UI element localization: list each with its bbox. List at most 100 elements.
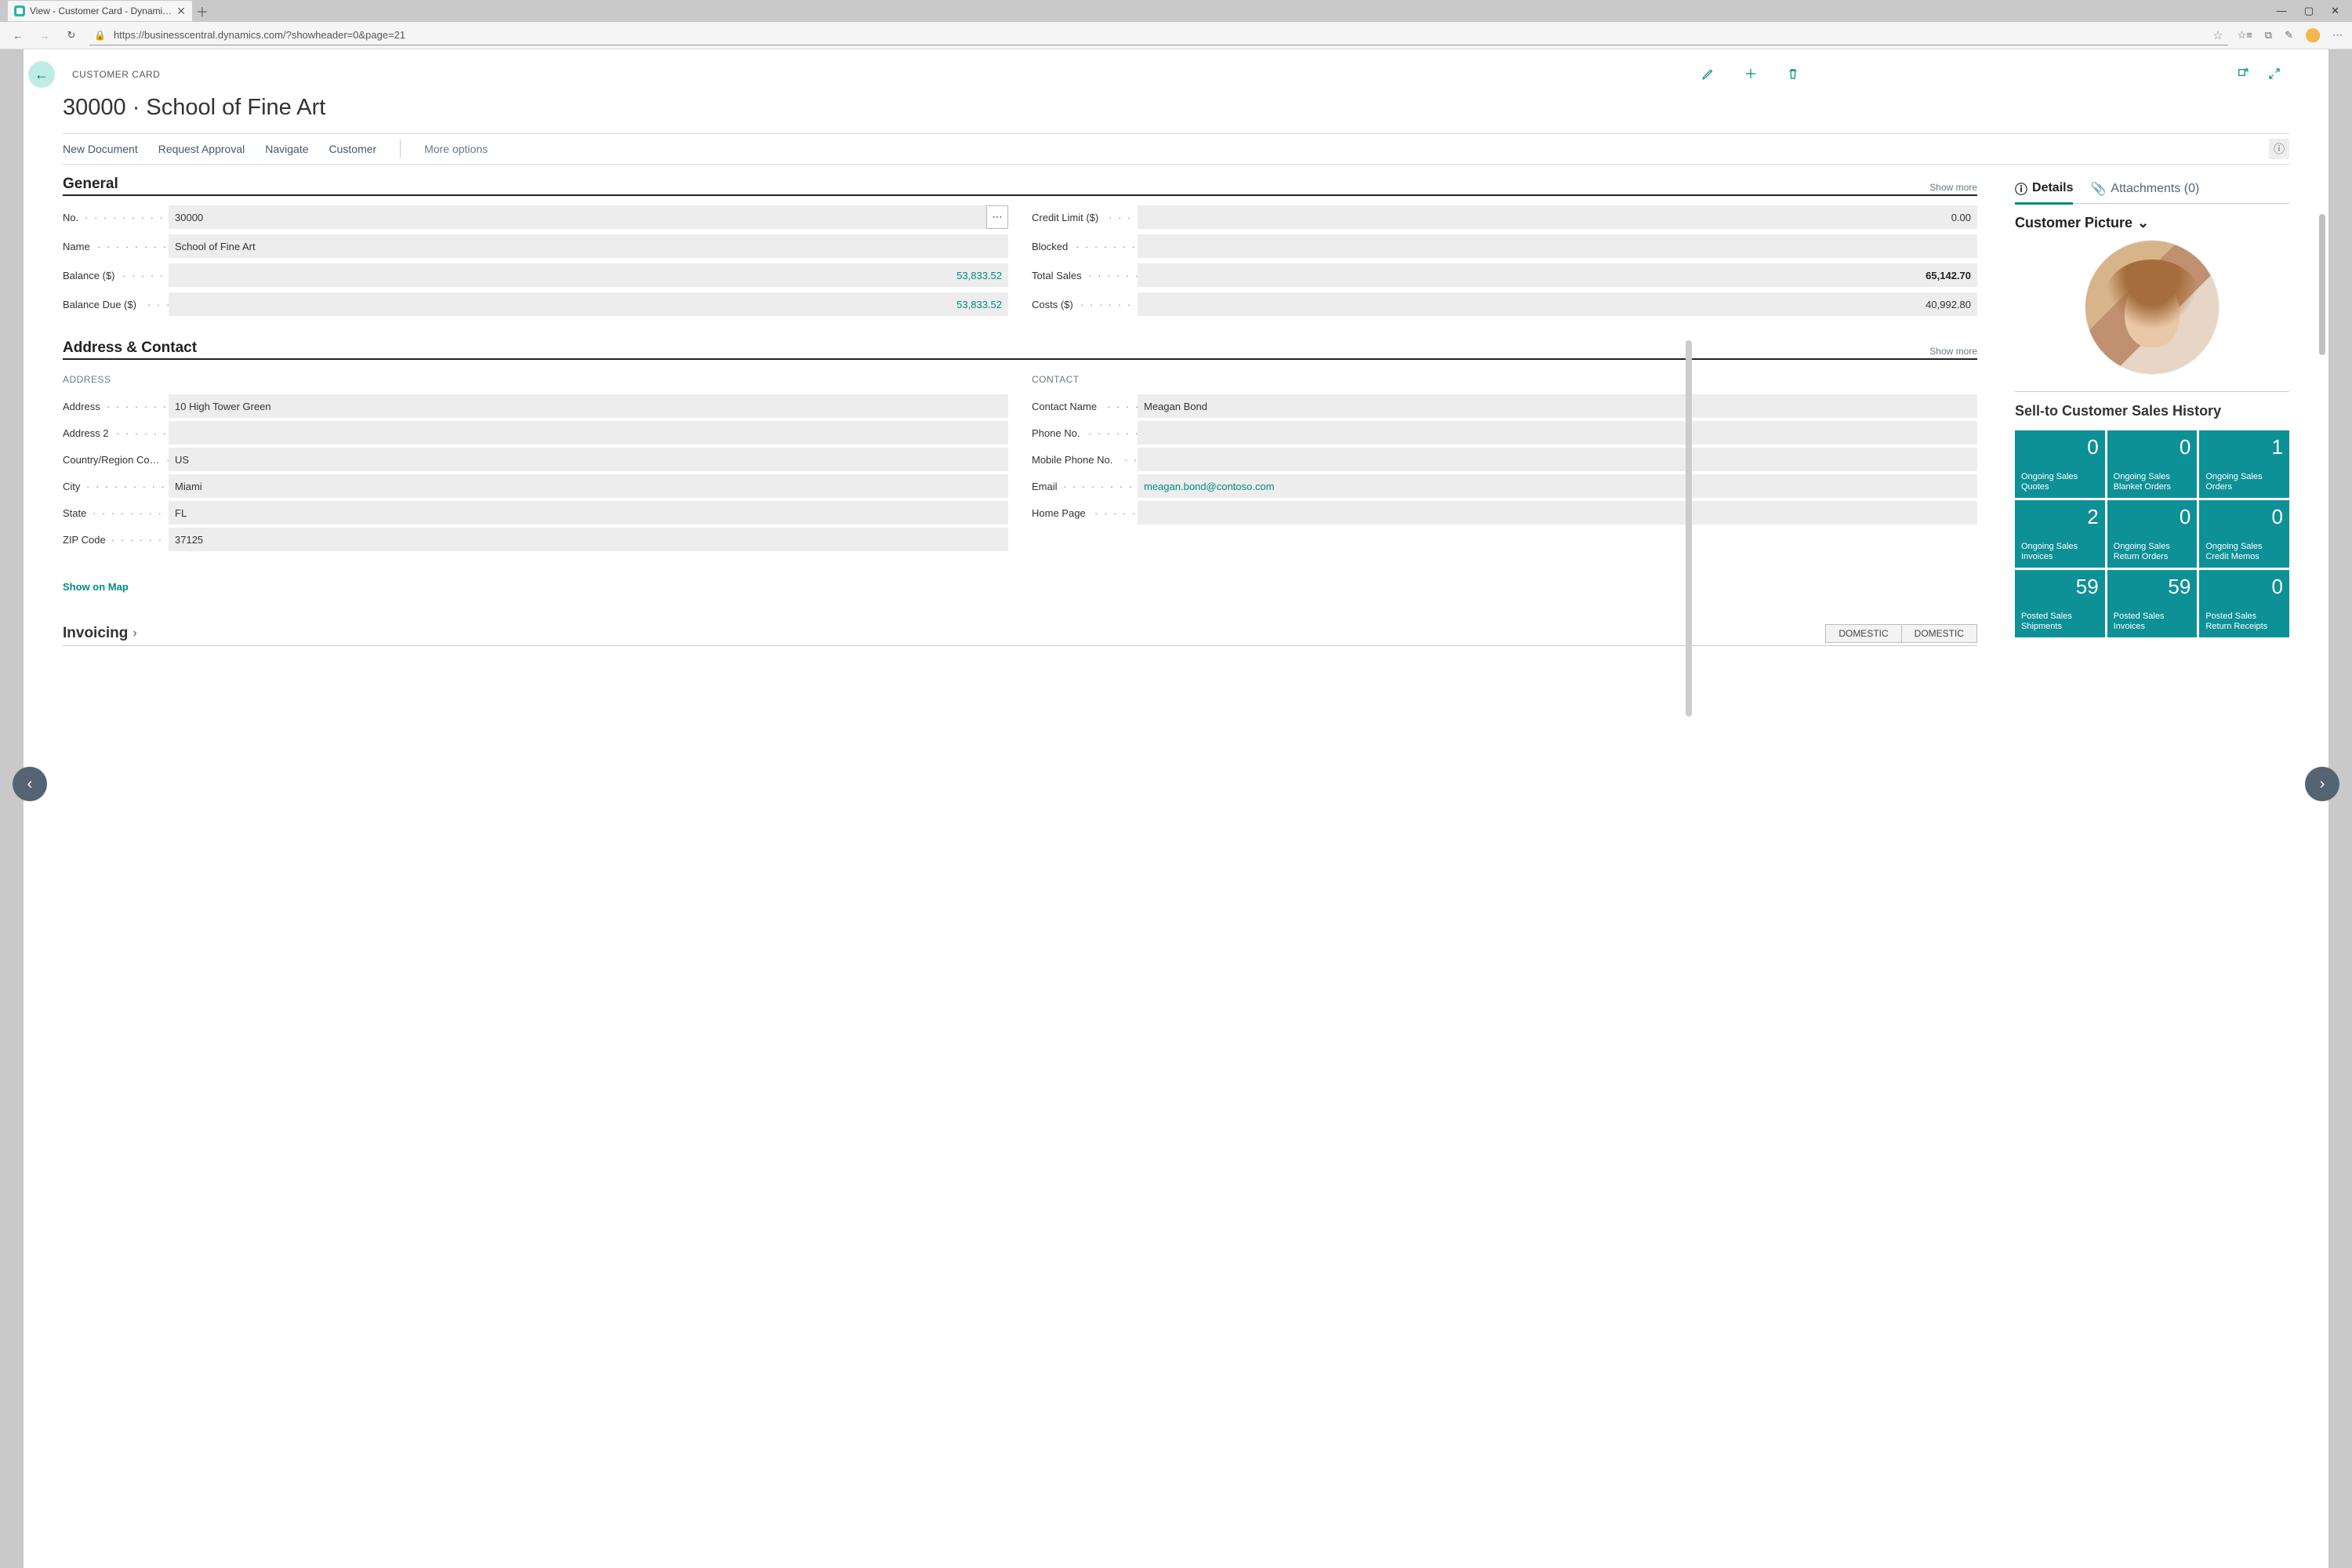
customer-picture-header[interactable]: Customer Picture ⌄ bbox=[2015, 215, 2289, 231]
page-title: 30000 · School of Fine Art bbox=[63, 95, 2289, 121]
general-heading: General bbox=[63, 176, 118, 193]
favorite-star-icon[interactable]: ☆ bbox=[2212, 28, 2223, 42]
name-field[interactable]: School of Fine Art bbox=[169, 234, 1008, 258]
address-show-more[interactable]: Show more bbox=[1929, 346, 1977, 357]
prev-record-button[interactable]: ‹ bbox=[13, 767, 47, 801]
minimize-icon[interactable]: — bbox=[2277, 5, 2287, 17]
tile-number: 0 bbox=[2021, 435, 2099, 459]
no-label: No. bbox=[63, 212, 78, 223]
browser-forward-icon[interactable]: → bbox=[36, 30, 53, 42]
phone-field[interactable] bbox=[1138, 421, 1977, 445]
general-fields: No. 30000 ⋯ Credit Limit ($) 0.00 Name S… bbox=[63, 205, 1977, 316]
blocked-field[interactable] bbox=[1138, 234, 1977, 258]
factbox-column: ⓘ Details 📎 Attachments (0) Customer Pic… bbox=[2015, 176, 2289, 1561]
tile-label: Posted Sales Return Receipts bbox=[2205, 612, 2283, 633]
edit-icon[interactable] bbox=[1701, 67, 1715, 83]
tile-number: 2 bbox=[2021, 505, 2099, 529]
tab-favicon bbox=[14, 5, 25, 16]
homepage-field[interactable] bbox=[1138, 501, 1977, 524]
credit-limit-label: Credit Limit ($) bbox=[1032, 212, 1098, 223]
sales-history-tile[interactable]: 0Ongoing Sales Credit Memos bbox=[2199, 500, 2289, 568]
no-field[interactable]: 30000 bbox=[169, 205, 987, 229]
address-field[interactable]: 10 High Tower Green bbox=[169, 394, 1008, 418]
sales-history-heading: Sell-to Customer Sales History bbox=[2015, 403, 2289, 419]
back-button[interactable]: ← bbox=[28, 61, 55, 88]
chevron-down-icon: ⌄ bbox=[2137, 215, 2149, 231]
page-scrollbar[interactable] bbox=[2319, 214, 2325, 355]
state-field[interactable]: FL bbox=[169, 501, 1008, 524]
no-options-button[interactable]: ⋯ bbox=[986, 205, 1008, 229]
new-tab-button[interactable]: ＋ bbox=[192, 1, 212, 21]
tile-number: 59 bbox=[2021, 575, 2099, 599]
close-window-icon[interactable]: ✕ bbox=[2331, 5, 2339, 17]
tile-number: 59 bbox=[2114, 575, 2191, 599]
url-field[interactable]: 🔒 https://businesscentral.dynamics.com/?… bbox=[89, 25, 2228, 45]
browser-tab[interactable]: View - Customer Card - Dynami… ✕ bbox=[8, 1, 192, 21]
total-sales-label: Total Sales bbox=[1032, 270, 1082, 281]
tab-title: View - Customer Card - Dynami… bbox=[30, 5, 172, 16]
sales-history-tile[interactable]: 1Ongoing Sales Orders bbox=[2199, 430, 2289, 498]
city-field[interactable]: Miami bbox=[169, 474, 1008, 498]
info-pane-icon[interactable]: ⓘ bbox=[2269, 139, 2289, 159]
contact-subheader: CONTACT bbox=[1032, 374, 1977, 385]
delete-icon[interactable] bbox=[1786, 67, 1800, 83]
tab-attachments[interactable]: 📎 Attachments (0) bbox=[2090, 176, 2199, 203]
show-on-map-link[interactable]: Show on Map bbox=[63, 581, 129, 593]
favorites-icon[interactable]: ☆≡ bbox=[2238, 29, 2252, 42]
chevron-right-icon: › bbox=[132, 626, 136, 641]
profile-avatar-icon[interactable] bbox=[2306, 28, 2320, 42]
browser-back-icon[interactable]: ← bbox=[9, 30, 27, 42]
breadcrumb: CUSTOMER CARD bbox=[72, 69, 160, 80]
balance-due-field[interactable]: 53,833.52 bbox=[169, 292, 1008, 316]
info-icon: ⓘ bbox=[2015, 179, 2027, 198]
open-new-window-icon[interactable] bbox=[2236, 67, 2250, 83]
email-field[interactable]: meagan.bond@contoso.com bbox=[1138, 474, 1977, 498]
sales-history-tile[interactable]: 2 Ongoing Sales Invoices bbox=[2015, 500, 2105, 568]
email-label: Email bbox=[1032, 481, 1058, 492]
browser-refresh-icon[interactable]: ↻ bbox=[63, 29, 80, 42]
collapse-icon[interactable] bbox=[2267, 67, 2281, 83]
new-icon[interactable] bbox=[1744, 67, 1758, 83]
address-bar: ← → ↻ 🔒 https://businesscentral.dynamics… bbox=[0, 22, 2352, 49]
general-show-more[interactable]: Show more bbox=[1929, 182, 1977, 193]
total-sales-field[interactable]: 65,142.70 bbox=[1138, 263, 1977, 287]
address2-field[interactable] bbox=[169, 421, 1008, 445]
collections-icon[interactable]: ⧉ bbox=[2265, 29, 2272, 42]
customer-picture bbox=[2085, 241, 2219, 374]
page-header-row: ← CUSTOMER CARD bbox=[63, 57, 2289, 92]
zip-field[interactable]: 37125 bbox=[169, 528, 1008, 551]
divider bbox=[2015, 391, 2289, 392]
attachment-icon: 📎 bbox=[2090, 181, 2106, 197]
sales-history-tile[interactable]: 0Ongoing Sales Blanket Orders bbox=[2107, 430, 2198, 498]
mobile-field[interactable] bbox=[1138, 448, 1977, 471]
next-record-button[interactable]: › bbox=[2305, 767, 2339, 801]
menu-customer[interactable]: Customer bbox=[329, 143, 377, 155]
sales-history-tile[interactable]: 0Ongoing Sales Return Orders bbox=[2107, 500, 2198, 568]
menu-request-approval[interactable]: Request Approval bbox=[158, 143, 245, 155]
balance-field[interactable]: 53,833.52 bbox=[169, 263, 1008, 287]
contact-name-label: Contact Name bbox=[1032, 401, 1097, 412]
menu-new-document[interactable]: New Document bbox=[63, 143, 138, 155]
sales-history-tile[interactable]: 59 Posted Sales Shipments bbox=[2015, 570, 2105, 637]
notes-icon[interactable]: ✎ bbox=[2285, 29, 2293, 42]
invoicing-tag-2: DOMESTIC bbox=[1902, 624, 1977, 643]
sales-history-tile[interactable]: 0Posted Sales Return Receipts bbox=[2199, 570, 2289, 637]
costs-field[interactable]: 40,992.80 bbox=[1138, 292, 1977, 316]
credit-limit-field[interactable]: 0.00 bbox=[1138, 205, 1977, 229]
balance-label: Balance ($) bbox=[63, 270, 114, 281]
sales-history-tile[interactable]: 59Posted Sales Invoices bbox=[2107, 570, 2198, 637]
country-field[interactable]: US bbox=[169, 448, 1008, 471]
left-scrollbar[interactable] bbox=[1686, 340, 1692, 717]
more-menu-icon[interactable]: ⋯ bbox=[2332, 29, 2343, 42]
sales-history-tile[interactable]: 0Ongoing Sales Quotes bbox=[2015, 430, 2105, 498]
tab-close-icon[interactable]: ✕ bbox=[176, 5, 186, 18]
homepage-label: Home Page bbox=[1032, 507, 1086, 519]
contact-name-field[interactable]: Meagan Bond bbox=[1138, 394, 1977, 418]
menu-more-options[interactable]: More options bbox=[424, 143, 488, 155]
tile-label: Ongoing Sales Invoices bbox=[2021, 542, 2099, 564]
menu-navigate[interactable]: Navigate bbox=[265, 143, 308, 155]
tab-details[interactable]: ⓘ Details bbox=[2015, 176, 2073, 205]
tile-label: Ongoing Sales Return Orders bbox=[2114, 542, 2191, 564]
tile-label: Posted Sales Shipments bbox=[2021, 612, 2099, 633]
maximize-icon[interactable]: ▢ bbox=[2304, 5, 2314, 17]
